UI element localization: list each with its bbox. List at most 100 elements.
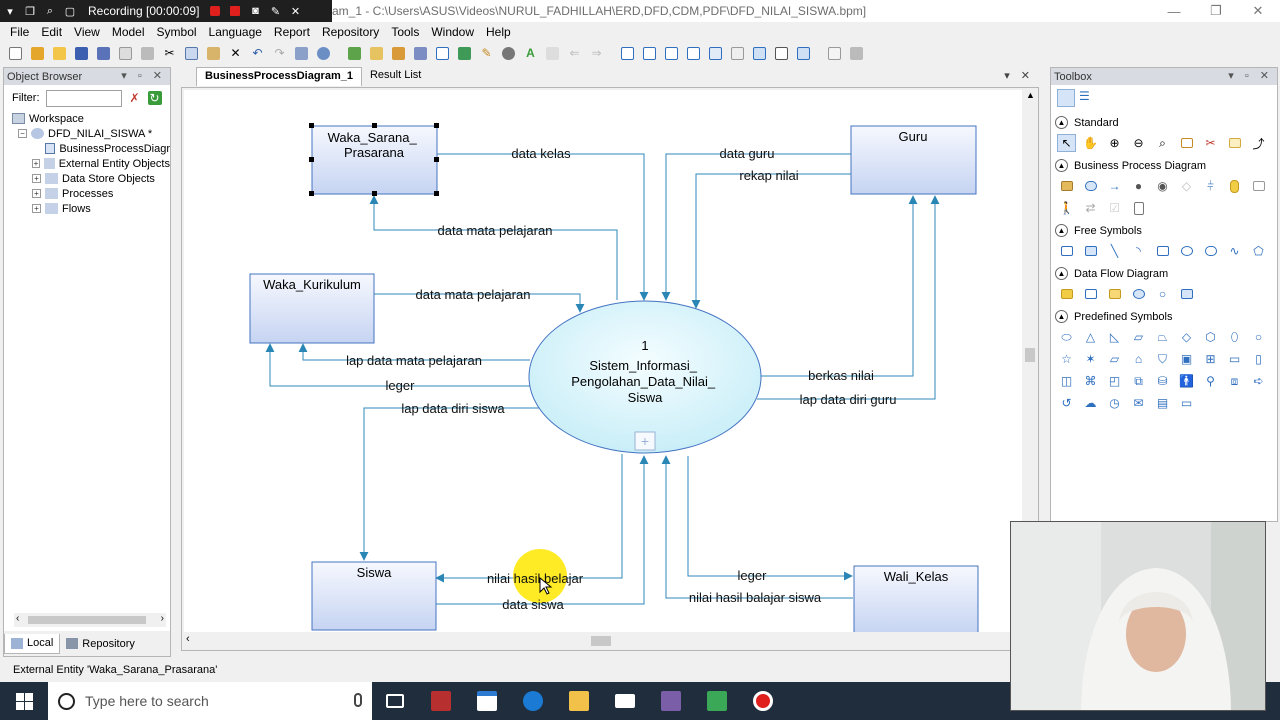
search-icon[interactable]: ⌕ <box>40 0 60 22</box>
actor-icon[interactable]: 🚹 <box>1177 372 1196 390</box>
dfd-process-icon[interactable] <box>1129 285 1148 303</box>
print-icon[interactable] <box>138 44 157 62</box>
flow-data-mapel-1[interactable] <box>369 195 618 300</box>
monitor-icon[interactable]: ▤ <box>1153 394 1172 412</box>
stop-icon[interactable] <box>225 0 245 22</box>
flow-icon[interactable]: → <box>1105 177 1124 195</box>
text-icon[interactable] <box>1081 242 1100 260</box>
edge-icon[interactable] <box>510 682 556 720</box>
cloud-icon[interactable]: ☁ <box>1081 394 1100 412</box>
entity-waka-sarana[interactable]: Waka_Sarana_ Prasarana <box>309 123 439 196</box>
store-icon[interactable] <box>464 682 510 720</box>
folder-shape-icon[interactable]: ⌂ <box>1129 350 1148 368</box>
new-model-icon[interactable] <box>28 44 47 62</box>
oval-icon[interactable]: ⬭ <box>1057 328 1076 346</box>
collapse-icon[interactable]: ▲ <box>1055 267 1068 280</box>
object-browser-scrollbar[interactable]: ‹ › <box>14 613 166 627</box>
refresh-icon[interactable]: ↻ <box>147 91 162 105</box>
box-3d-icon[interactable]: ⧈ <box>1225 372 1244 390</box>
zoom-fit-icon[interactable] <box>750 44 769 62</box>
expand-icon[interactable]: + <box>32 204 41 213</box>
scroll-icon[interactable]: ⌘ <box>1081 372 1100 390</box>
impact-icon[interactable] <box>389 44 408 62</box>
ellipse-icon[interactable] <box>1177 242 1196 260</box>
tree-item-data-stores[interactable]: + Data Store Objects <box>12 171 170 186</box>
rounded-rect-icon[interactable] <box>1201 242 1220 260</box>
zoom-icon[interactable]: ⌕ <box>1153 134 1172 152</box>
arrow-left-icon[interactable]: ⇐ <box>565 44 584 62</box>
icon-view-icon[interactable] <box>1057 89 1075 107</box>
scroll-thumb[interactable] <box>591 636 611 646</box>
panel-controls-icon[interactable]: ▾ ▫ ✕ <box>1228 69 1273 82</box>
collapse-icon[interactable]: − <box>18 129 27 138</box>
model-icon[interactable] <box>411 44 430 62</box>
expand-icon[interactable]: + <box>32 159 40 168</box>
layout-1-icon[interactable] <box>618 44 637 62</box>
flow-lap-data-diri-siswa[interactable] <box>359 407 541 561</box>
menu-view[interactable]: View <box>68 25 106 39</box>
process-icon[interactable] <box>1081 177 1100 195</box>
clock-icon[interactable]: ◷ <box>1105 394 1124 412</box>
page-icon[interactable]: ▯ <box>1249 350 1268 368</box>
line-style-icon[interactable] <box>543 44 562 62</box>
pointer-icon[interactable]: ↖ <box>1057 134 1076 152</box>
triangle-icon[interactable]: △ <box>1081 328 1100 346</box>
polyline-icon[interactable]: ∿ <box>1225 242 1244 260</box>
expand-icon[interactable]: + <box>32 189 41 198</box>
save-all-icon[interactable] <box>94 44 113 62</box>
process-sistem-informasi[interactable]: 1 Sistem_Informasi_ Pengolahan_Data_Nila… <box>528 300 762 454</box>
collapse-icon[interactable]: ▲ <box>1055 159 1068 172</box>
recorder-app-icon[interactable] <box>740 682 786 720</box>
display-icon[interactable] <box>794 44 813 62</box>
check-icon[interactable] <box>706 44 725 62</box>
diagram-horizontal-scrollbar[interactable]: ‹ <box>182 632 1022 650</box>
microphone-icon[interactable] <box>354 693 362 707</box>
section-standard[interactable]: ▲ Standard <box>1051 113 1277 132</box>
print-page-icon[interactable] <box>847 44 866 62</box>
scroll-thumb[interactable] <box>28 616 146 624</box>
menu-repository[interactable]: Repository <box>316 25 385 39</box>
arc-icon[interactable]: ◝ <box>1129 242 1148 260</box>
region-icon[interactable]: ▢ <box>60 0 80 22</box>
star-icon[interactable]: ☆ <box>1057 350 1076 368</box>
circle-icon[interactable]: ○ <box>1249 328 1268 346</box>
flow-berkas-nilai[interactable] <box>760 195 918 377</box>
tab-business-process-diagram[interactable]: BusinessProcessDiagram_1 <box>196 67 362 86</box>
section-data-flow-diagram[interactable]: ▲ Data Flow Diagram <box>1051 264 1277 283</box>
menu-symbol[interactable]: Symbol <box>151 25 203 39</box>
package-icon[interactable] <box>1177 134 1196 152</box>
external-entity-icon[interactable] <box>1081 285 1100 303</box>
menu-tools[interactable]: Tools <box>385 25 425 39</box>
display-shape-icon[interactable]: ▭ <box>1177 394 1196 412</box>
file-explorer-icon[interactable] <box>556 682 602 720</box>
tab-folder-icon[interactable]: ▭ <box>1225 350 1244 368</box>
pool-icon[interactable] <box>1249 177 1268 195</box>
zoom-out-icon[interactable]: ⊖ <box>1129 134 1148 152</box>
message-icon[interactable]: ⇄ <box>1081 199 1100 217</box>
person-icon[interactable]: ⚲ <box>1201 372 1220 390</box>
print-preview-icon[interactable] <box>116 44 135 62</box>
window-icon[interactable] <box>433 44 452 62</box>
frame-icon[interactable]: ▣ <box>1177 350 1196 368</box>
layout-4-icon[interactable] <box>684 44 703 62</box>
menu-window[interactable]: Window <box>425 25 480 39</box>
list-view-icon[interactable]: ☰ <box>1079 89 1097 107</box>
table-icon[interactable]: ⊞ <box>1201 350 1220 368</box>
section-predefined-symbols[interactable]: ▲ Predefined Symbols <box>1051 307 1277 326</box>
rectangle-icon[interactable] <box>1153 242 1172 260</box>
access-app-icon[interactable] <box>418 682 464 720</box>
data-store-icon[interactable] <box>1225 177 1244 195</box>
collapse-icon[interactable]: ▲ <box>1055 310 1068 323</box>
tree-item-diagram[interactable]: BusinessProcessDiagr <box>12 141 170 156</box>
check-icon[interactable]: ☑ <box>1105 199 1124 217</box>
tab-controls-icon[interactable]: ▾ ✕ <box>1004 69 1034 82</box>
link-icon[interactable]: ⤴ <box>1249 134 1268 152</box>
maximize-icon[interactable]: ❐ <box>1196 0 1236 22</box>
right-triangle-icon[interactable]: ◺ <box>1105 328 1124 346</box>
tree-item-flows[interactable]: + Flows <box>12 201 170 216</box>
menu-file[interactable]: File <box>4 25 35 39</box>
close-icon[interactable]: ✕ <box>285 0 305 22</box>
menu-language[interactable]: Language <box>203 25 268 39</box>
collapse-icon[interactable]: ▲ <box>1055 116 1068 129</box>
line-icon[interactable]: ╲ <box>1105 242 1124 260</box>
